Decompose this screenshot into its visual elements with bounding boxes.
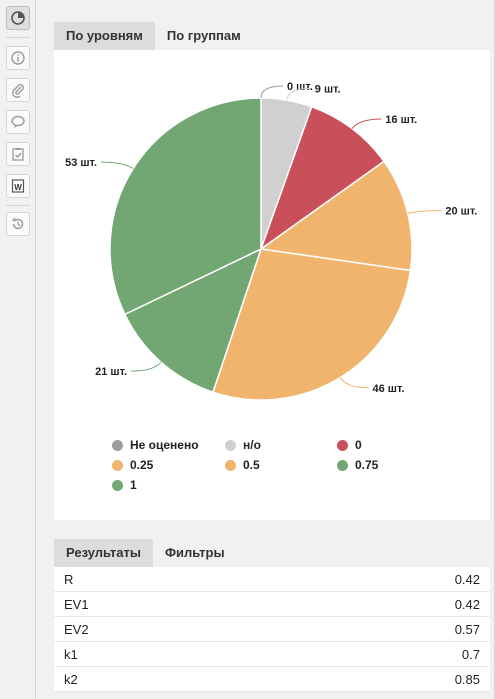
legend-marker [337, 459, 348, 471]
info-icon[interactable] [6, 46, 30, 70]
legend-label: 0.25 [130, 458, 154, 472]
pie-data-label: 0 шт. [287, 81, 313, 93]
pie-label-connector [407, 210, 442, 214]
legend-marker [225, 439, 236, 451]
metric-name: k1 [64, 646, 78, 662]
metric-name: EV1 [64, 596, 89, 612]
legend-item[interactable]: 0.25 [112, 458, 153, 472]
pie-chart: 0 шт. 9 шт. 16 шт. 20 шт. 46 шт. 21 шт. 53 шт. [65, 81, 477, 401]
tab-by-levels[interactable]: По уровням [54, 22, 155, 50]
legend-label: 0.75 [355, 458, 379, 472]
chart-tabs: По уровням По группам [54, 22, 490, 50]
table-row: R 0.42 [54, 567, 490, 592]
results-table: R 0.42 EV1 0.42 EV2 0.57 k1 0.7 k2 0.85 [54, 567, 490, 692]
legend-marker [112, 479, 123, 491]
clipboard-check-icon[interactable] [6, 142, 30, 166]
legend-marker [112, 439, 123, 451]
pie-data-label: 16 шт. [385, 114, 417, 126]
legend-item[interactable]: Не оценено [112, 438, 199, 452]
metric-name: EV2 [64, 621, 89, 637]
tab-filters[interactable]: Фильтры [153, 539, 237, 567]
pie-label-connector [339, 377, 369, 389]
tab-results[interactable]: Результаты [54, 539, 153, 567]
legend-marker [337, 439, 348, 451]
history-icon[interactable] [6, 212, 30, 236]
metric-value: 0.42 [454, 596, 480, 612]
legend-marker [225, 459, 236, 471]
table-row: k1 0.7 [54, 642, 490, 667]
metric-name: R [64, 571, 74, 587]
legend-item[interactable]: 0.75 [337, 458, 378, 472]
metric-value: 0.85 [454, 671, 480, 687]
table-row: EV2 0.57 [54, 617, 490, 642]
side-toolbar: W [0, 0, 36, 699]
legend-marker [112, 459, 123, 471]
legend-label: 0.5 [243, 458, 260, 472]
tab-by-groups[interactable]: По группам [155, 22, 253, 50]
pie-label-connector [101, 161, 134, 170]
legend-label: Не оценено [130, 438, 199, 452]
svg-text:W: W [14, 183, 22, 192]
table-row: k2 0.85 [54, 667, 490, 692]
attachment-icon[interactable] [6, 78, 30, 102]
pie-data-label: 21 шт. [95, 366, 127, 378]
legend-label: н/о [243, 438, 261, 452]
legend-item[interactable]: 0 [337, 438, 362, 452]
metric-value: 0.57 [454, 621, 480, 637]
pie-label-connector [131, 361, 162, 372]
pie-data-label: 20 шт. [445, 206, 477, 218]
legend-item[interactable]: н/о [225, 438, 261, 452]
word-document-icon[interactable]: W [6, 174, 30, 198]
pie-label-connector [351, 118, 382, 129]
results-panel: Результаты Фильтры R 0.42 EV1 0.42 EV2 0.57 k1… [54, 539, 490, 692]
pie-label-connector [260, 85, 284, 99]
pie-data-label: 53 шт. [65, 157, 97, 169]
pie-data-label: 9 шт. [315, 83, 341, 95]
metric-name: k2 [64, 671, 78, 687]
chart-icon[interactable] [6, 6, 30, 30]
metric-value: 0.42 [454, 571, 480, 587]
comments-icon[interactable] [6, 110, 30, 134]
pie-data-label: 46 шт. [372, 383, 404, 395]
legend-label: 0 [355, 438, 362, 452]
legend-label: 1 [130, 478, 137, 492]
legend-item[interactable]: 0.5 [225, 458, 260, 472]
legend-item[interactable]: 1 [112, 478, 137, 492]
metric-value: 0.7 [461, 646, 480, 662]
chart-panel: 0 шт. 9 шт. 16 шт. 20 шт. 46 шт. 21 шт. 53 шт.… [54, 50, 490, 520]
table-row: EV1 0.42 [54, 592, 490, 617]
